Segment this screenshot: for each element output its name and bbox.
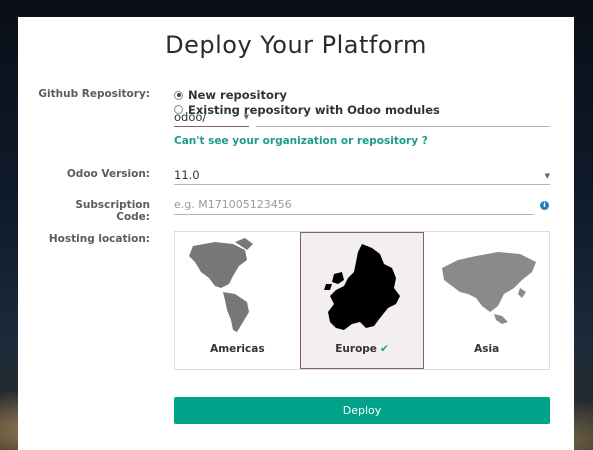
organization-value: odoo/ [174, 110, 207, 124]
hosting-location-label: Hosting location: [48, 233, 150, 245]
hosting-location-options: Americas Europe ✔ Asia [174, 231, 550, 370]
odoo-version-value: 11.0 [174, 168, 200, 182]
organization-help-link[interactable]: Can't see your organization or repositor… [174, 135, 428, 147]
page-title: Deploy Your Platform [165, 31, 427, 59]
new-repository-radio[interactable]: New repository [174, 88, 287, 102]
subscription-code-input[interactable]: e.g. M171005123456 [174, 198, 534, 215]
new-repository-label: New repository [188, 88, 288, 102]
deploy-button[interactable]: Deploy [174, 397, 550, 424]
odoo-version-label: Odoo Version: [66, 168, 150, 180]
europe-map-icon [323, 244, 400, 330]
region-americas[interactable]: Americas [175, 232, 300, 369]
github-repository-label: Github Repository: [38, 88, 150, 100]
check-icon: ✔ [379, 343, 389, 355]
info-icon[interactable]: i [540, 201, 549, 210]
asia-map-icon [442, 252, 537, 324]
region-label: Europe ✔ [300, 343, 425, 355]
region-label: Asia [474, 343, 500, 355]
region-europe[interactable]: Europe ✔ [299, 232, 425, 369]
americas-map-icon [189, 238, 253, 332]
radio-checked-icon [174, 90, 183, 100]
caret-down-icon: ▼ [544, 172, 550, 180]
organization-select[interactable]: odoo/ ▼ [174, 110, 249, 127]
subscription-code-placeholder: e.g. M171005123456 [174, 198, 292, 211]
subscription-code-label: Subscription Code: [75, 199, 150, 223]
region-label: Americas [210, 343, 265, 355]
odoo-version-select[interactable]: 11.0 ▼ [174, 168, 550, 185]
deploy-panel: Deploy Your Platform Github Repository: … [18, 17, 574, 450]
region-asia[interactable]: Asia [424, 232, 549, 369]
caret-down-icon: ▼ [243, 113, 249, 121]
region-label-text: Europe [335, 343, 377, 355]
repository-name-input[interactable] [256, 126, 550, 127]
